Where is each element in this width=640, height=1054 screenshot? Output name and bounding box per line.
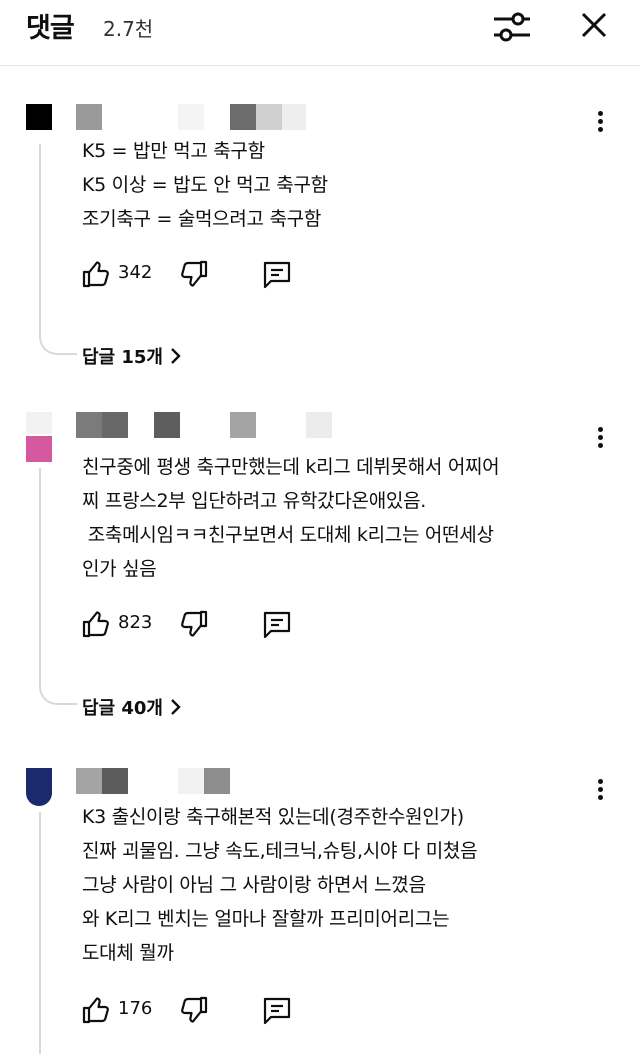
view-replies-button[interactable]: 답글 15개 (82, 343, 181, 369)
like-button[interactable]: 823 (80, 608, 160, 640)
close-button[interactable] (572, 4, 616, 48)
redacted-username (256, 104, 282, 130)
comment-line: 도대체 뭘까 (82, 942, 174, 964)
replies-label: 답글 40개 (82, 698, 163, 719)
thread-curve (39, 683, 77, 705)
avatar[interactable] (26, 104, 52, 130)
reply-button[interactable] (260, 608, 294, 640)
comment-line: 조축메시임ㅋㅋ친구보면서 도대체 k리그는 어떤세상 (82, 524, 494, 546)
redacted-username (102, 412, 128, 438)
comment-text: K5 = 밥만 먹고 축구함 K5 이상 = 밥도 안 먹고 축구함 조기축구 … (82, 134, 328, 236)
comment-line: 인가 싶음 (82, 558, 157, 580)
thumbs-up-icon (82, 261, 109, 288)
more-options-button[interactable] (588, 108, 612, 138)
redacted-username (76, 412, 102, 438)
thumbs-down-icon (181, 610, 208, 637)
comment-line: 진짜 괴물임. 그냥 속도,테크닉,슈팅,시야 다 미쳤음 (82, 840, 478, 862)
thread-curve (39, 333, 77, 355)
comment-line: K5 이상 = 밥도 안 먹고 축구함 (82, 174, 328, 196)
comment-line: 와 K리그 벤치는 얼마나 잘할까 프리미어리그는 (82, 908, 450, 930)
comment-actions: 823 (80, 608, 320, 640)
comment-line: 그냥 사람이 아님 그 사람이랑 하면서 느꼈음 (82, 874, 426, 896)
reply-comment-icon (263, 997, 291, 1025)
redacted-username (26, 412, 52, 434)
sort-filter-button[interactable] (490, 6, 534, 46)
comment-actions: 342 (80, 258, 320, 290)
redacted-username (154, 412, 180, 438)
comment-line: 찌 프랑스2부 입단하려고 유학갔다온애있음. (82, 490, 426, 512)
reply-button[interactable] (260, 994, 294, 1026)
chevron-right-icon (171, 348, 181, 364)
more-options-button[interactable] (588, 776, 612, 806)
dislike-button[interactable] (178, 994, 210, 1026)
comment-text: 친구중에 평생 축구만했는데 k리그 데뷔못해서 어찌어 찌 프랑스2부 입단하… (82, 450, 500, 586)
replies-label: 답글 15개 (82, 347, 163, 368)
view-replies-button[interactable]: 답글 40개 (82, 694, 181, 720)
more-options-button[interactable] (588, 424, 612, 454)
thread-line (39, 812, 41, 1054)
comment-text: K3 출신이랑 축구해본적 있는데(경주한수원인가) 진짜 괴물임. 그냥 속도… (82, 800, 478, 970)
like-count: 176 (118, 998, 153, 1019)
redacted-username (76, 104, 102, 130)
comment-actions: 176 (80, 994, 320, 1026)
page-title: 댓글 (26, 13, 75, 44)
dislike-button[interactable] (178, 608, 210, 640)
thread-line (39, 144, 41, 334)
redacted-username (178, 104, 204, 130)
like-count: 342 (118, 262, 153, 283)
chevron-right-icon (171, 699, 181, 715)
reply-comment-icon (263, 261, 291, 289)
comments-header: 댓글 2.7천 (0, 0, 640, 66)
redacted-username (230, 104, 256, 130)
sliders-icon (494, 12, 530, 42)
redacted-username (306, 412, 332, 438)
like-button[interactable]: 342 (80, 258, 160, 290)
comment-count: 2.7천 (103, 17, 154, 41)
like-button[interactable]: 176 (80, 994, 160, 1026)
comment-line: 조기축구 = 술먹으려고 축구함 (82, 208, 321, 230)
like-count: 823 (118, 612, 153, 633)
thumbs-up-icon (82, 997, 109, 1024)
thumbs-down-icon (181, 996, 208, 1023)
thumbs-up-icon (82, 611, 109, 638)
reply-button[interactable] (260, 258, 294, 290)
avatar[interactable] (26, 436, 52, 462)
reply-comment-icon (263, 611, 291, 639)
comment-line: 친구중에 평생 축구만했는데 k리그 데뷔못해서 어찌어 (82, 456, 500, 478)
redacted-username (282, 104, 306, 130)
redacted-username (102, 768, 128, 794)
dislike-button[interactable] (178, 258, 210, 290)
redacted-username (178, 768, 204, 794)
comment-line: K3 출신이랑 축구해본적 있는데(경주한수원인가) (82, 806, 464, 828)
redacted-username (230, 412, 256, 438)
thumbs-down-icon (181, 260, 208, 287)
close-icon (581, 12, 607, 38)
avatar[interactable] (26, 768, 52, 806)
comment-line: K5 = 밥만 먹고 축구함 (82, 140, 265, 162)
redacted-username (76, 768, 102, 794)
thread-line (39, 468, 41, 684)
redacted-username (204, 768, 230, 794)
